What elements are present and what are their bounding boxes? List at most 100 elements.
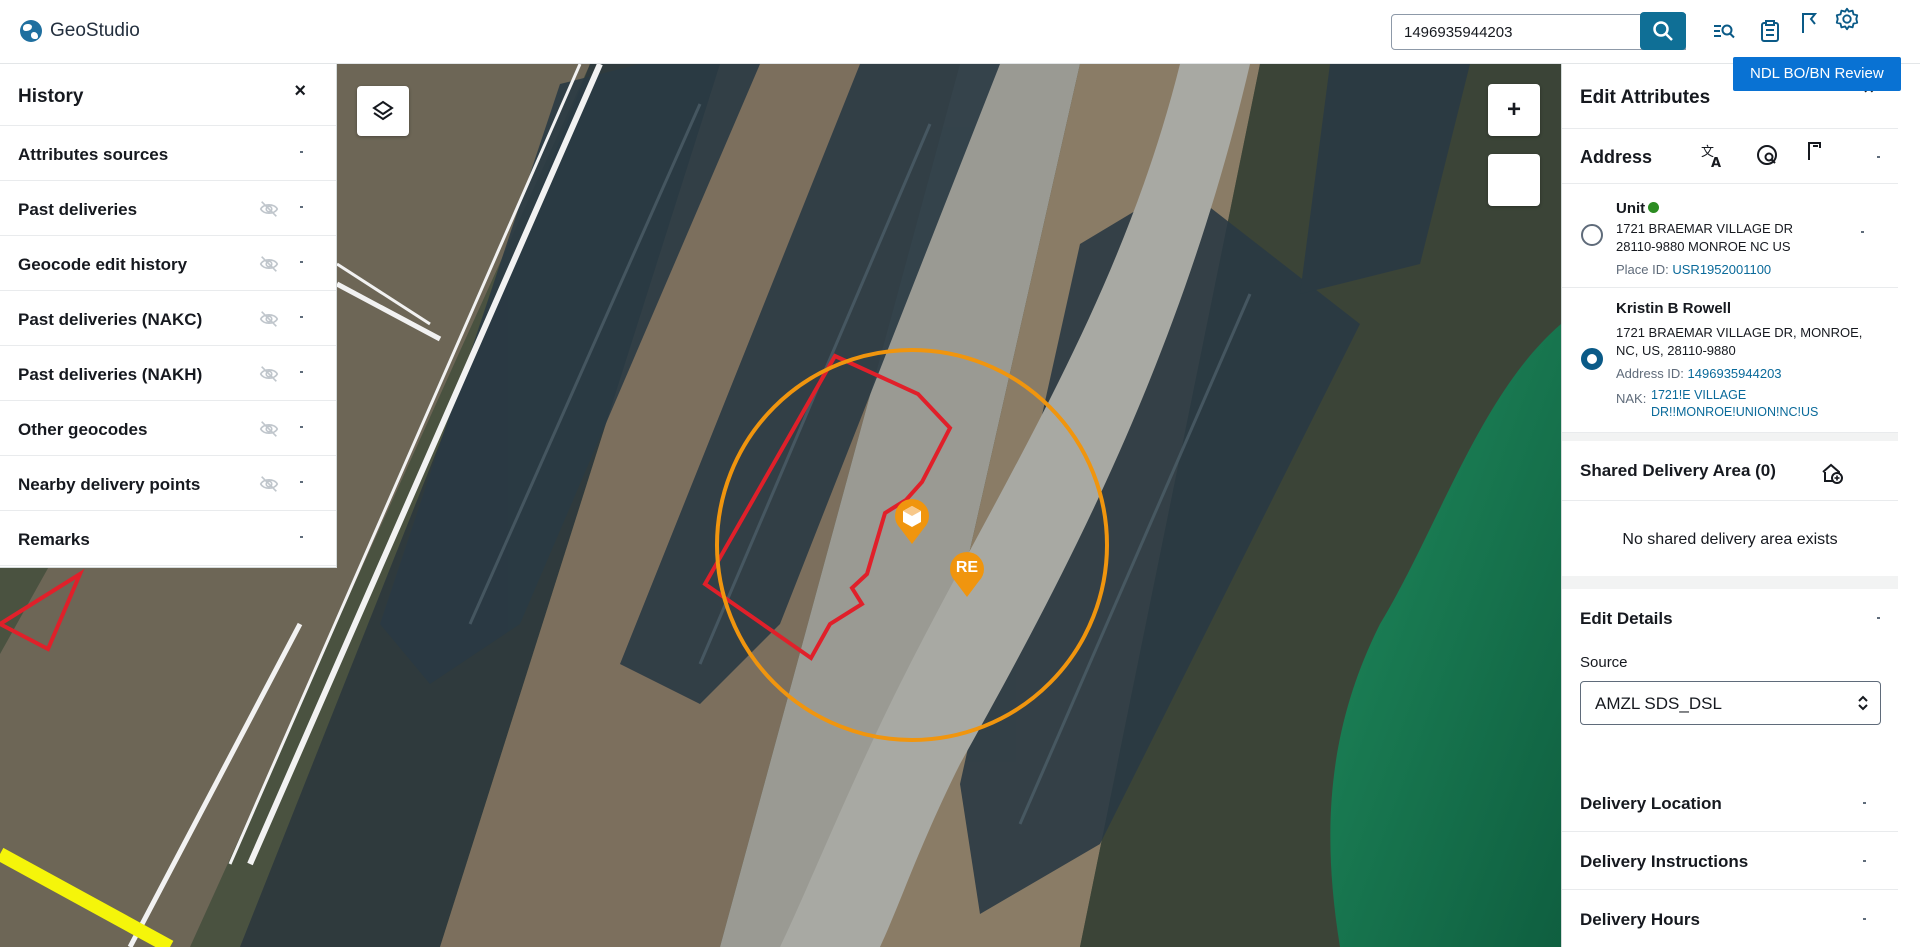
collapsible-sections: Delivery Location Delivery Instructions De… bbox=[1562, 774, 1898, 947]
section-title: Delivery Hours bbox=[1580, 910, 1700, 929]
brand[interactable]: GeoStudio bbox=[20, 20, 140, 42]
card-menu-dot[interactable] bbox=[1861, 231, 1864, 233]
hidden-eye-icon[interactable] bbox=[258, 363, 280, 385]
section-expand-dot[interactable] bbox=[1863, 860, 1866, 862]
panel-scrollbar[interactable] bbox=[1898, 64, 1920, 947]
address-line2: 28110-9880 MONROE NC US bbox=[1616, 239, 1791, 254]
section-expand-dot[interactable] bbox=[1863, 802, 1866, 804]
expand-dot[interactable] bbox=[300, 206, 303, 208]
address-id-link[interactable]: 1496935944203 bbox=[1688, 366, 1782, 381]
address-menu-dot[interactable] bbox=[1877, 156, 1880, 158]
flag-icon[interactable] bbox=[1796, 10, 1822, 36]
history-item-label: Remarks bbox=[18, 530, 90, 549]
re-marker[interactable]: RE bbox=[947, 549, 987, 599]
zoom-in-button[interactable]: + bbox=[1488, 84, 1540, 136]
address-title: Address bbox=[1580, 147, 1653, 167]
edit-attributes-title: Edit Attributes bbox=[1580, 87, 1711, 108]
search-button[interactable] bbox=[1640, 12, 1686, 50]
expand-dot[interactable] bbox=[300, 426, 303, 428]
search-icon bbox=[1653, 21, 1673, 41]
app-name: GeoStudio bbox=[50, 20, 140, 41]
nak-line1[interactable]: 1721!E VILLAGE bbox=[1651, 388, 1746, 402]
history-item[interactable]: Past deliveries (NAKC) bbox=[0, 291, 336, 346]
shared-delivery-body: No shared delivery area exists bbox=[1562, 501, 1898, 576]
recipient-address-line2: NC, US, 28110-9880 bbox=[1616, 343, 1736, 358]
history-item-label: Past deliveries (NAKH) bbox=[18, 365, 203, 384]
gear-icon[interactable] bbox=[1834, 6, 1860, 32]
expand-dot[interactable] bbox=[300, 261, 303, 263]
history-item[interactable]: Remarks bbox=[0, 511, 336, 566]
place-id: Place ID: USR1952001100 bbox=[1616, 262, 1772, 277]
history-item[interactable]: Nearby delivery points bbox=[0, 456, 336, 511]
history-item-label: Attributes sources bbox=[18, 145, 169, 164]
collapsible-section[interactable]: Delivery Hours bbox=[1562, 890, 1898, 947]
address-radio-recipient[interactable] bbox=[1581, 348, 1603, 370]
source-select[interactable]: AMZL SDS_DSL bbox=[1580, 681, 1881, 725]
flag-outline-icon[interactable] bbox=[1803, 137, 1829, 163]
history-header: History × bbox=[0, 64, 336, 126]
address-line1: 1721 BRAEMAR VILLAGE DR bbox=[1616, 221, 1794, 236]
address-id: Address ID: 1496935944203 bbox=[1616, 366, 1782, 381]
history-item-label: Past deliveries (NAKC) bbox=[18, 310, 203, 329]
shared-delivery-header: Shared Delivery Area (0) bbox=[1562, 441, 1898, 501]
search-globe-icon[interactable] bbox=[1755, 143, 1781, 169]
collapsible-section[interactable]: Delivery Instructions bbox=[1562, 832, 1898, 890]
history-panel: History × Attributes sources Past deliver… bbox=[0, 64, 337, 568]
history-item-label: Past deliveries bbox=[18, 200, 138, 219]
package-pin-icon bbox=[895, 498, 929, 544]
shared-delivery-title: Shared Delivery Area (0) bbox=[1580, 461, 1776, 480]
select-arrows-icon bbox=[1858, 695, 1868, 711]
layers-button[interactable] bbox=[357, 86, 409, 136]
re-marker-label: RE bbox=[955, 559, 979, 576]
history-list: Attributes sources Past deliveries Geocode… bbox=[0, 126, 336, 566]
history-item[interactable]: Past deliveries (NAKH) bbox=[0, 346, 336, 401]
address-card-unit[interactable]: Unit 1721 BRAEMAR VILLAGE DR 28110-9880 … bbox=[1562, 184, 1898, 288]
clipboard-icon[interactable] bbox=[1757, 18, 1783, 44]
history-item[interactable]: Other geocodes bbox=[0, 401, 336, 456]
history-item[interactable]: Geocode edit history bbox=[0, 236, 336, 291]
expand-dot[interactable] bbox=[300, 151, 303, 153]
search-input[interactable] bbox=[1392, 15, 1622, 49]
recipient-address-line1: 1721 BRAEMAR VILLAGE DR, MONROE, bbox=[1616, 325, 1863, 340]
review-mode-badge[interactable]: NDL BO/BN Review bbox=[1733, 57, 1901, 91]
address-radio-unit[interactable] bbox=[1581, 224, 1603, 246]
search-list-icon[interactable] bbox=[1711, 18, 1737, 44]
recipient-name: Kristin B Rowell bbox=[1616, 300, 1732, 317]
place-id-link[interactable]: USR1952001100 bbox=[1672, 262, 1771, 277]
close-history-icon[interactable]: × bbox=[294, 80, 306, 103]
address-section-header: Address 文A bbox=[1562, 129, 1898, 184]
edit-details-section: Edit Details Source AMZL SDS_DSL bbox=[1562, 589, 1898, 774]
history-item[interactable]: Past deliveries bbox=[0, 181, 336, 236]
history-item-label: Nearby delivery points bbox=[18, 475, 201, 494]
hidden-eye-icon[interactable] bbox=[258, 308, 280, 330]
hidden-eye-icon[interactable] bbox=[258, 253, 280, 275]
svg-text:A: A bbox=[1711, 156, 1721, 169]
history-item-label: Other geocodes bbox=[18, 420, 148, 439]
zoom-out-button[interactable] bbox=[1488, 154, 1540, 206]
address-card-name: Unit bbox=[1616, 200, 1660, 217]
add-home-icon[interactable] bbox=[1820, 461, 1844, 490]
edit-details-dot[interactable] bbox=[1877, 617, 1880, 619]
hidden-eye-icon[interactable] bbox=[258, 198, 280, 220]
collapsible-section[interactable]: Delivery Location bbox=[1562, 774, 1898, 832]
shared-delivery-empty: No shared delivery area exists bbox=[1622, 531, 1838, 548]
section-expand-dot[interactable] bbox=[1863, 918, 1866, 920]
translate-icon[interactable]: 文A bbox=[1699, 143, 1725, 171]
edit-details-title: Edit Details bbox=[1580, 609, 1673, 628]
expand-dot[interactable] bbox=[300, 316, 303, 318]
nak-label: NAK: bbox=[1616, 391, 1647, 406]
address-card-recipient[interactable]: Kristin B Rowell 1721 BRAEMAR VILLAGE DR… bbox=[1562, 288, 1898, 433]
globe-logo-icon bbox=[20, 20, 42, 42]
source-label: Source bbox=[1580, 654, 1628, 671]
top-bar: GeoStudio × bbox=[0, 0, 1920, 64]
nak-line2[interactable]: DR!!MONROE!UNION!NC!US bbox=[1651, 405, 1818, 419]
expand-dot[interactable] bbox=[300, 481, 303, 483]
expand-dot[interactable] bbox=[300, 371, 303, 373]
package-marker[interactable] bbox=[892, 496, 932, 546]
edit-attributes-panel: Edit Attributes × Address 文A Unit 1721 B… bbox=[1561, 64, 1898, 947]
expand-dot[interactable] bbox=[300, 536, 303, 538]
hidden-eye-icon[interactable] bbox=[258, 473, 280, 495]
history-item-label: Geocode edit history bbox=[18, 255, 188, 274]
history-item[interactable]: Attributes sources bbox=[0, 126, 336, 181]
hidden-eye-icon[interactable] bbox=[258, 418, 280, 440]
